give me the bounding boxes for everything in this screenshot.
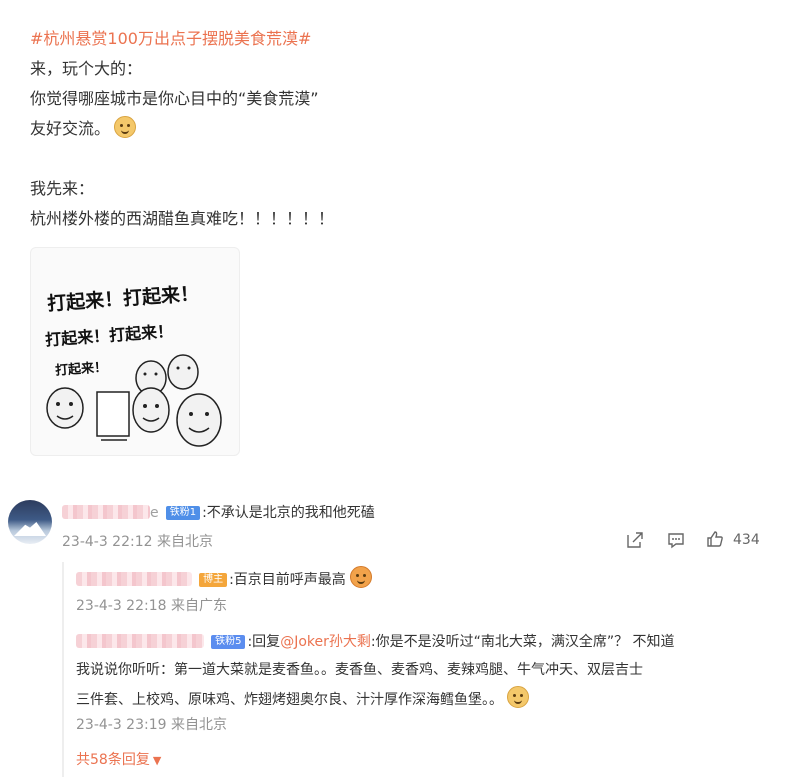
commenter-avatar[interactable] <box>8 500 52 544</box>
reply-text: :你是不是没听过“南北大菜，满汉全席”？ 不知道 <box>370 634 675 650</box>
reply-time: 23-4-3 22:18 来自广东 <box>76 598 227 614</box>
reply-time: 23-4-3 23:19 来自北京 <box>76 717 227 733</box>
meme-illustration <box>46 354 222 447</box>
post-line: 我先来： <box>30 179 95 198</box>
post-line: 来，玩个大的： <box>30 59 143 78</box>
reply-header: 铁粉5:回复@Joker孙大剩:你是不是没听过“南北大菜，满汉全席”？ 不知道 <box>76 631 675 651</box>
reply-username-blurred[interactable] <box>76 572 192 586</box>
like-count: 434 <box>733 532 760 548</box>
post-line: 杭州楼外楼的西湖醋鱼真难吃！！！！！！ <box>30 209 335 228</box>
post-body: #杭州悬赏100万出点子摆脱美食荒漠# 来，玩个大的： 你觉得哪座城市是你心目中… <box>30 24 770 234</box>
more-replies-label[interactable]: 共58条回复 <box>76 752 150 768</box>
reply-text: 我说说你听听：第一道大菜就是麦香鱼。。麦香鱼、麦香鸡、麦辣鸡腿、牛气冲天、双层吉… <box>76 662 643 678</box>
reply-text: :百京目前呼声最高 <box>229 572 346 588</box>
post-line: 友好交流。 <box>30 114 770 144</box>
post-line-text: 友好交流。 <box>30 119 111 138</box>
post-image-meme[interactable]: 打起来！打起来！ 打起来！打起来！ 打起来！ <box>30 247 240 456</box>
post-line: 你觉得哪座城市是你心目中的“美食荒漠” <box>30 89 319 108</box>
comment-header: e 铁粉1:不承认是北京的我和他死磕 <box>62 502 375 522</box>
reply-text-line: 三件套、上校鸡、原味鸡、炸翅烤翅奥尔良、汁汁厚作深海鳕鱼堡。。 <box>76 686 529 709</box>
reply-prefix: :回复 <box>247 634 281 650</box>
comment-time: 23-4-3 22:12 来自北京 <box>62 534 213 550</box>
comment-icon[interactable] <box>667 531 685 549</box>
mention-link[interactable]: @Joker孙大剩 <box>280 634 371 650</box>
reply-username-blurred[interactable] <box>76 634 204 648</box>
comment-text: :不承认是北京的我和他死磕 <box>202 505 375 521</box>
fan-badge[interactable]: 铁粉1 <box>165 506 201 520</box>
chevron-down-icon: ▼ <box>152 754 162 767</box>
post-spacer <box>30 144 770 174</box>
username-tail[interactable]: e <box>150 505 159 521</box>
post-hashtag[interactable]: #杭州悬赏100万出点子摆脱美食荒漠# <box>30 24 770 54</box>
angry-emoji-icon <box>349 566 372 588</box>
like-icon[interactable] <box>706 530 724 548</box>
reply-header: 博主:百京目前呼声最高 <box>76 566 372 589</box>
doge-emoji-icon <box>507 686 529 708</box>
author-badge: 博主 <box>199 573 228 587</box>
username-blurred[interactable] <box>62 505 150 519</box>
doge-emoji-icon <box>114 116 137 138</box>
fan-badge[interactable]: 铁粉5 <box>211 635 246 649</box>
reply-text: 三件套、上校鸡、原味鸡、炸翅烤翅奥尔良、汁汁厚作深海鳕鱼堡。。 <box>76 692 503 708</box>
share-icon[interactable] <box>626 531 644 549</box>
more-replies-link[interactable]: 共58条回复 ▼ <box>76 749 161 769</box>
